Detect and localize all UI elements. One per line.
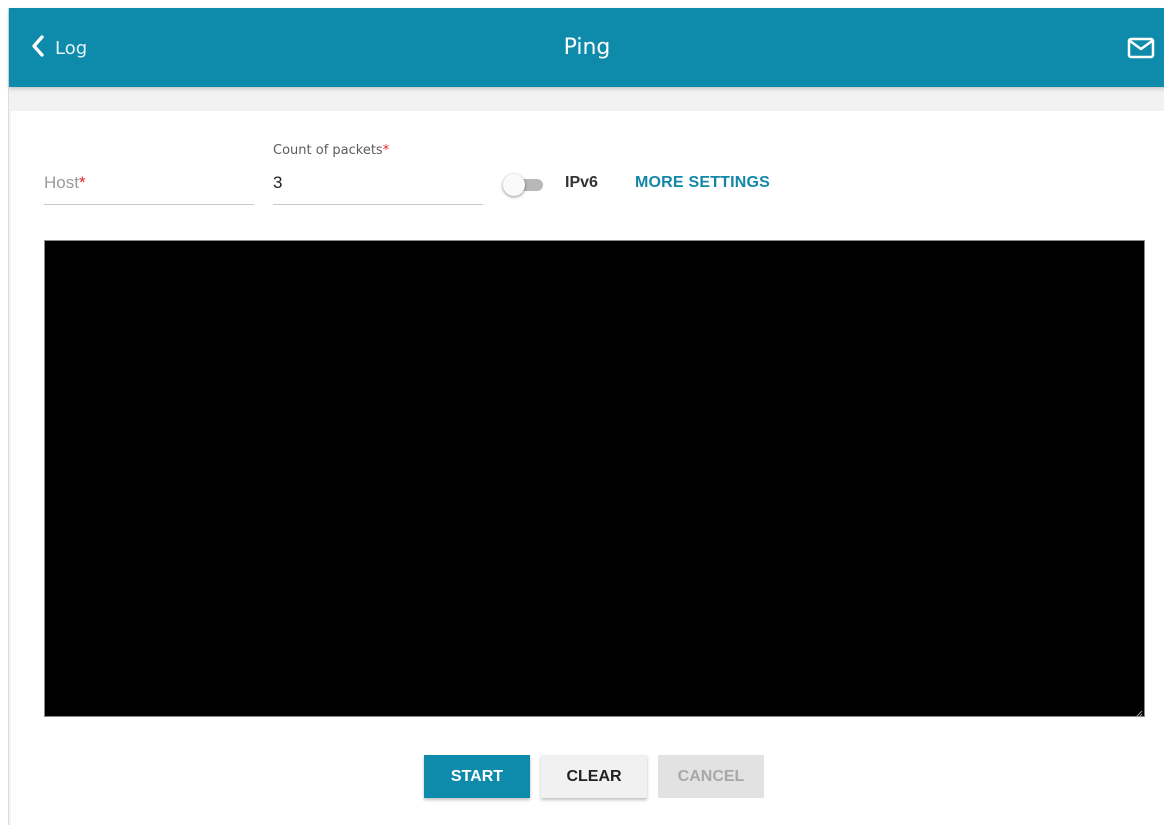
count-underline: [273, 204, 483, 205]
ping-output-console[interactable]: [44, 240, 1145, 718]
cancel-button[interactable]: CANCEL: [658, 755, 764, 798]
clear-button[interactable]: CLEAR: [541, 755, 647, 798]
count-of-packets-label: Count of packets*: [273, 143, 390, 158]
ipv6-toggle[interactable]: [503, 174, 545, 196]
toggle-knob: [503, 174, 525, 196]
mail-icon[interactable]: [1127, 37, 1155, 59]
host-field[interactable]: Host*: [44, 151, 254, 205]
host-placeholder: Host*: [44, 173, 86, 192]
more-settings-link[interactable]: MORE SETTINGS: [635, 174, 770, 192]
page-title: Ping: [563, 35, 611, 60]
count-of-packets-input[interactable]: 3: [273, 173, 483, 193]
resize-grip-icon[interactable]: [1133, 705, 1143, 718]
top-bar: Log Ping: [9, 8, 1164, 87]
page-frame: Log Ping Host* Count of packets* 3 IPv6 …: [8, 8, 1164, 825]
ipv6-label: IPv6: [565, 174, 598, 191]
start-button[interactable]: START: [424, 755, 530, 798]
ping-card: Host* Count of packets* 3 IPv6 MORE SETT…: [11, 111, 1164, 825]
host-underline: [44, 204, 254, 205]
count-of-packets-field[interactable]: Count of packets* 3: [273, 135, 483, 205]
